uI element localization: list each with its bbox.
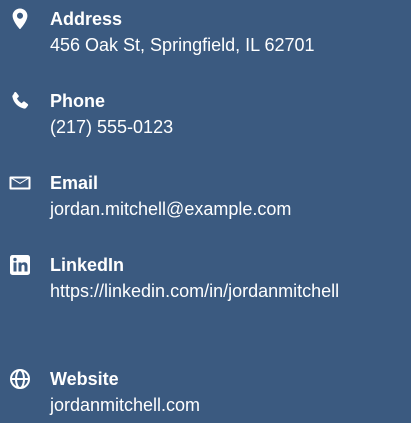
contact-label-address: Address [50,9,123,29]
contact-value-linkedin[interactable]: https://linkedin.com/in/jordanmitchell [50,278,350,304]
envelope-icon [8,171,32,195]
contact-label-phone: Phone [50,91,106,111]
map-pin-icon [8,7,32,31]
contact-value-email[interactable]: jordan.mitchell@example.com [50,196,403,222]
contact-value-phone[interactable]: (217) 555-0123 [50,114,403,140]
contact-list: Address 456 Oak St, Springfield, IL 6270… [0,0,411,423]
globe-icon [8,367,32,391]
phone-icon [8,89,32,113]
contact-label-email: Email [50,173,99,193]
contact-value-website[interactable]: jordanmitchell.com [50,392,403,418]
contact-label-website: Website [50,369,119,389]
linkedin-icon [8,253,32,277]
contact-label-linkedin: LinkedIn [50,255,125,275]
contact-value-address: 456 Oak St, Springfield, IL 62701 [50,35,315,55]
